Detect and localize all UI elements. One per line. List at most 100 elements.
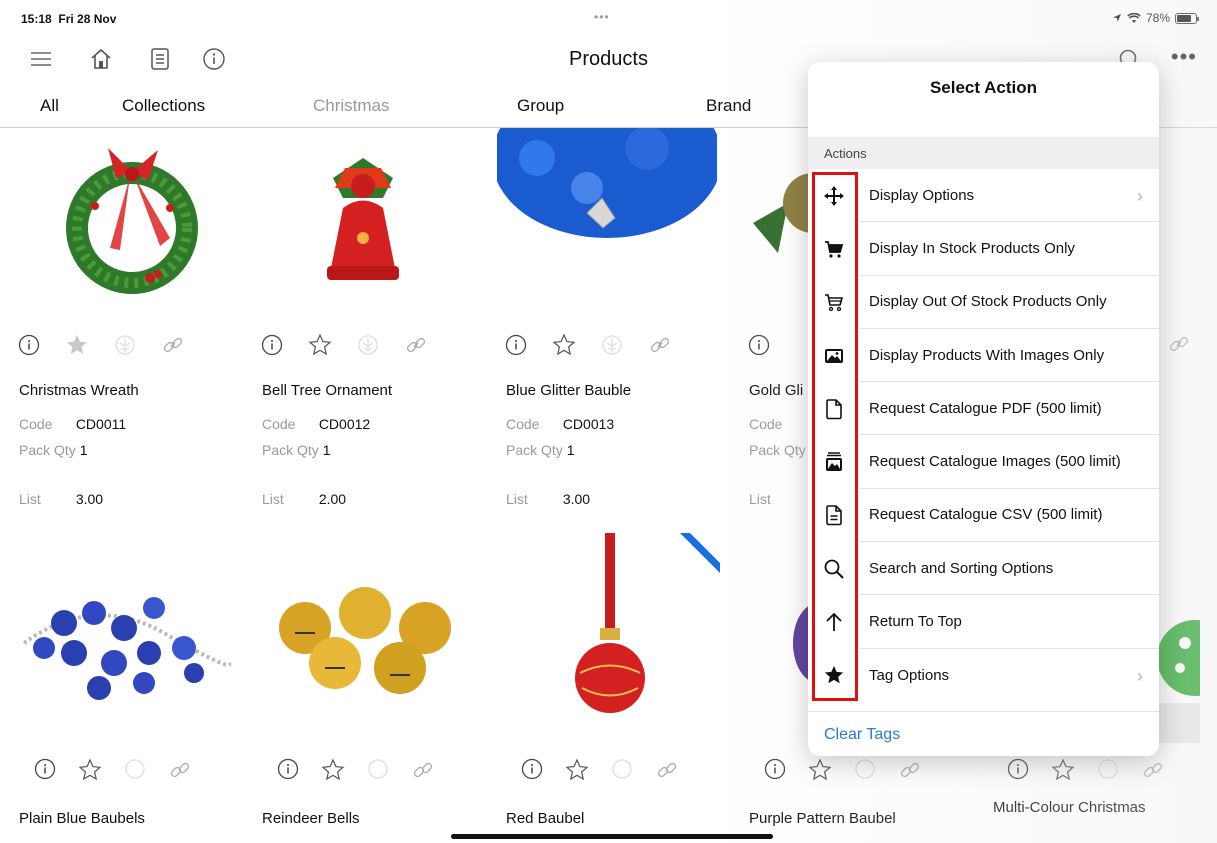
tree-icon[interactable] [124, 758, 146, 787]
action-return-to-top[interactable]: Return To Top [808, 595, 1159, 649]
product-card[interactable]: Bell Tree Ornament Code CD0012 Pack Qty … [243, 128, 483, 528]
product-name[interactable]: Blue Glitter Bauble [506, 382, 631, 399]
tab-all[interactable]: All [40, 96, 59, 116]
product-code: Code CD0012 [262, 416, 371, 432]
image-icon [808, 346, 860, 366]
product-pack-qty: Pack Qty 1 [19, 442, 88, 458]
star-filled-icon[interactable] [64, 332, 90, 358]
actions-section-header: Actions [808, 137, 1159, 169]
action-request-images[interactable]: Request Catalogue Images (500 limit) [808, 435, 1159, 489]
product-name[interactable]: Red Baubel [506, 810, 584, 827]
battery-percent: 78% [1145, 11, 1170, 25]
action-out-of-stock-only[interactable]: Display Out Of Stock Products Only [808, 276, 1159, 329]
info-icon[interactable] [521, 758, 543, 787]
document-icon [808, 398, 860, 420]
status-time: 15:18 Fri 28 Nov [21, 12, 117, 26]
star-outline-icon[interactable] [808, 758, 832, 787]
star-outline-icon[interactable] [321, 758, 345, 787]
product-list-price: List [749, 491, 771, 507]
product-image-blue-baubles[interactable] [14, 573, 234, 703]
action-in-stock-only[interactable]: Display In Stock Products Only [808, 222, 1159, 276]
info-icon[interactable] [1007, 758, 1029, 787]
tab-collections[interactable]: Collections [122, 96, 205, 116]
cart-outline-icon [808, 291, 860, 313]
wifi-icon [1127, 12, 1141, 23]
product-pack-qty: Pack Qty 1 [262, 442, 331, 458]
action-with-images-only[interactable]: Display Products With Images Only [808, 329, 1159, 383]
product-card[interactable]: Blue Glitter Bauble Code CD0013 Pack Qty… [487, 128, 727, 528]
product-name[interactable]: Purple Pattern Baubel [749, 810, 896, 827]
action-list: Display Options › Display In Stock Produ… [808, 169, 1159, 702]
tree-icon[interactable] [854, 758, 876, 787]
tree-icon[interactable] [1097, 758, 1119, 787]
info-icon[interactable] [503, 332, 529, 358]
star-outline-icon[interactable] [565, 758, 589, 787]
info-icon[interactable] [277, 758, 299, 787]
product-card[interactable]: Christmas Wreath Code CD0011 Pack Qty 1 … [0, 128, 240, 528]
tree-icon[interactable] [367, 758, 389, 787]
action-label: Request Catalogue CSV (500 limit) [860, 489, 1159, 543]
action-search-sorting[interactable]: Search and Sorting Options [808, 542, 1159, 596]
tab-brand[interactable]: Brand [706, 96, 751, 116]
link-icon[interactable] [898, 758, 922, 787]
tree-icon[interactable] [355, 332, 381, 358]
info-icon[interactable] [34, 758, 56, 787]
more-button[interactable]: ••• [1171, 44, 1197, 70]
product-image-bell[interactable] [243, 128, 483, 318]
location-icon [1112, 14, 1121, 22]
link-icon[interactable] [168, 758, 192, 787]
info-icon[interactable] [16, 332, 42, 358]
star-outline-icon[interactable] [78, 758, 102, 787]
tree-icon[interactable] [599, 332, 625, 358]
product-code: Code CD0013 [506, 416, 615, 432]
action-request-csv[interactable]: Request Catalogue CSV (500 limit) [808, 489, 1159, 543]
product-image-wreath[interactable] [0, 128, 240, 318]
link-icon[interactable] [647, 332, 673, 358]
info-icon[interactable] [764, 758, 786, 787]
card-actions [277, 758, 435, 787]
star-outline-icon[interactable] [1051, 758, 1075, 787]
link-icon[interactable] [160, 332, 186, 358]
action-label: Display Options [860, 169, 1159, 223]
card-actions [503, 332, 673, 358]
product-name[interactable]: Multi-Colour Christmas [993, 799, 1146, 816]
product-name[interactable]: Plain Blue Baubels [19, 810, 145, 827]
card-actions [34, 758, 192, 787]
arrow-up-icon [808, 611, 860, 633]
select-action-popover: Select Action Actions Display Options › … [808, 62, 1159, 756]
card-actions [259, 332, 429, 358]
tab-group[interactable]: Group [517, 96, 564, 116]
product-name[interactable]: Christmas Wreath [19, 382, 139, 399]
link-icon[interactable] [411, 758, 435, 787]
star-outline-icon[interactable] [307, 332, 333, 358]
star-filled-icon [808, 664, 860, 686]
link-icon[interactable] [1167, 332, 1193, 358]
product-list-price: List 2.00 [262, 491, 347, 507]
product-name[interactable]: Reindeer Bells [262, 810, 360, 827]
link-icon[interactable] [1141, 758, 1165, 787]
product-name[interactable]: Bell Tree Ornament [262, 382, 392, 399]
images-stack-icon [808, 451, 860, 473]
tree-icon[interactable] [611, 758, 633, 787]
multitasking-dots[interactable]: ••• [594, 10, 610, 24]
tree-icon[interactable] [112, 332, 138, 358]
info-icon[interactable] [259, 332, 285, 358]
product-name[interactable]: Gold Gli [749, 382, 803, 399]
action-display-options[interactable]: Display Options › [808, 169, 1159, 223]
product-image-blue-glitter[interactable] [487, 128, 727, 318]
link-icon[interactable] [403, 332, 429, 358]
action-request-pdf[interactable]: Request Catalogue PDF (500 limit) [808, 382, 1159, 436]
clear-tags-button[interactable]: Clear Tags [824, 726, 900, 744]
card-actions [521, 758, 679, 787]
action-tag-options[interactable]: Tag Options › [808, 649, 1159, 702]
info-icon[interactable] [746, 332, 772, 358]
chevron-right-icon: › [1137, 665, 1143, 686]
product-image-gold-bells[interactable] [265, 583, 465, 703]
tab-christmas[interactable]: Christmas [313, 96, 390, 116]
product-pack-qty: Pack Qty [749, 442, 806, 458]
star-outline-icon[interactable] [551, 332, 577, 358]
product-image-red-bauble[interactable] [570, 533, 650, 713]
home-indicator[interactable] [451, 834, 773, 839]
card-actions [16, 332, 186, 358]
link-icon[interactable] [655, 758, 679, 787]
